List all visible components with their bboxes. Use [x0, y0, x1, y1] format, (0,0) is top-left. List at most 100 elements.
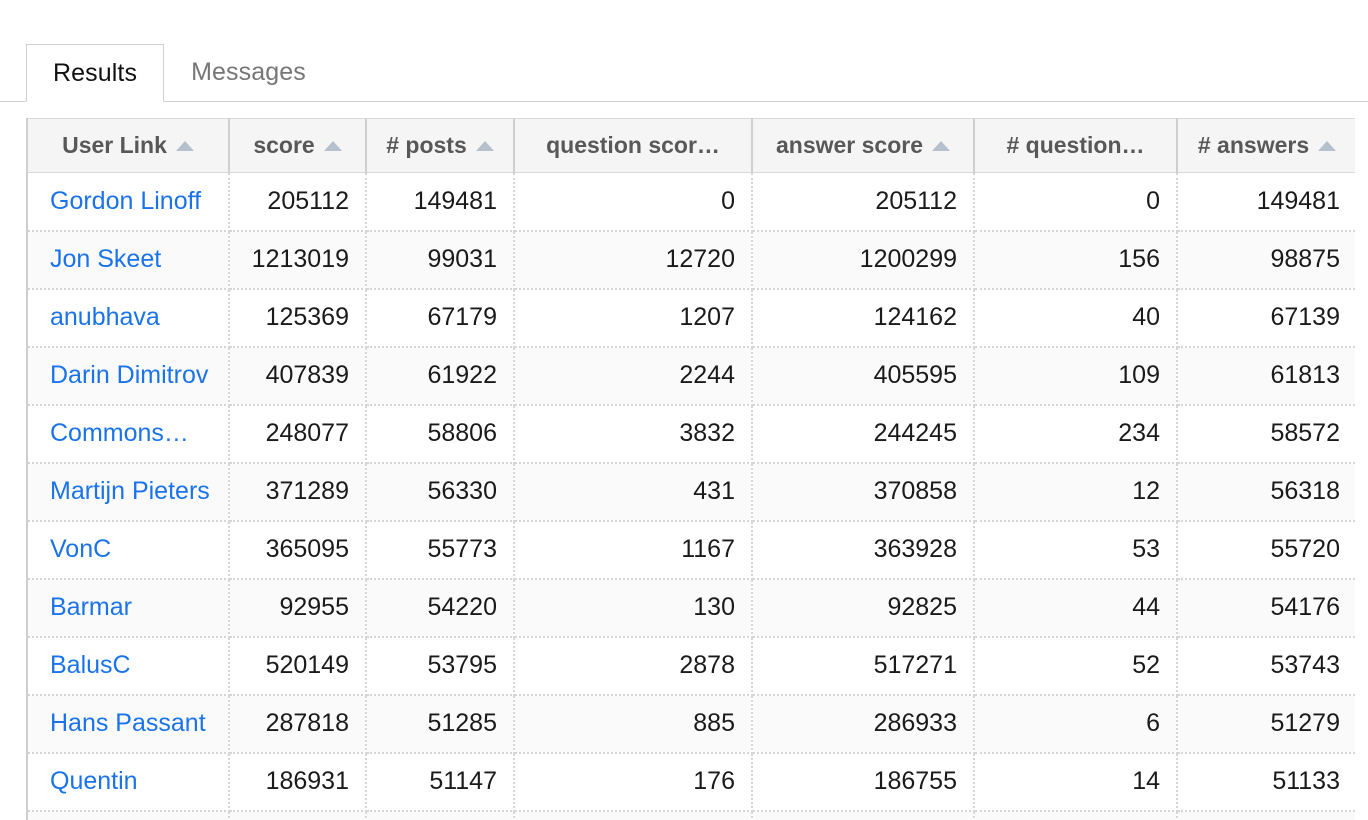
sort-ascending-icon[interactable] — [1318, 141, 1337, 152]
column-header-label: score — [253, 132, 315, 158]
user-link[interactable]: Jon Skeet — [28, 245, 227, 274]
cell-value: 1167 — [681, 535, 735, 563]
cell-value: 149481 — [1256, 186, 1340, 215]
user-link[interactable]: Gordon Linoff — [28, 187, 227, 216]
table-row[interactable]: Commons… 248077 58806 3832 244245 234 58572 — [28, 404, 1355, 464]
cell-user-link[interactable] — [28, 810, 230, 820]
cell-num_posts: 61922 — [366, 346, 515, 406]
table-row[interactable]: Hans Passant 287818 51285 885 286933 6 51279 — [28, 694, 1355, 754]
cell-value: 55773 — [427, 535, 497, 563]
cell-user-link[interactable]: VonC — [28, 520, 230, 580]
cell-user-link[interactable]: Quentin — [28, 752, 230, 812]
cell-question_score: 130 — [514, 578, 753, 638]
cell-user-link[interactable]: Hans Passant — [28, 694, 230, 754]
user-link[interactable]: Darin Dimitrov — [28, 361, 227, 390]
user-link[interactable]: Martijn Pieters — [28, 477, 227, 506]
table-row[interactable]: VonC 365095 55773 1167 363928 53 55720 — [28, 520, 1355, 580]
cell-num_answers: 53743 — [1177, 636, 1355, 696]
table-row[interactable] — [28, 810, 1355, 820]
cell-num_answers: 51133 — [1177, 752, 1355, 812]
cell-answer_score: 405595 — [752, 346, 975, 406]
table-row[interactable]: Quentin 186931 51147 176 186755 14 51133 — [28, 752, 1355, 812]
cell-value: 6 — [1146, 709, 1160, 737]
column-header-user_link[interactable]: User Link — [28, 118, 230, 173]
cell-value: 130 — [693, 593, 735, 621]
table-row[interactable]: Jon Skeet 1213019 99031 12720 1200299 156 9887… — [28, 230, 1355, 290]
header-row: User Link score # posts question scor… answe… — [28, 118, 1355, 173]
cell-value: 371289 — [265, 477, 349, 505]
cell-value: 149481 — [413, 186, 497, 215]
cell-value: 92825 — [887, 593, 957, 621]
tab-messages-label: Messages — [191, 58, 306, 86]
tab-results[interactable]: Results — [26, 44, 165, 102]
cell-answer_score: 92825 — [752, 578, 975, 638]
column-header-content: # question… — [975, 132, 1175, 158]
cell-user-link[interactable]: Gordon Linoff — [28, 172, 230, 232]
table-row[interactable]: BalusC 520149 53795 2878 517271 52 53743 — [28, 636, 1355, 696]
column-header-num_questions[interactable]: # question… — [974, 118, 1178, 173]
table-row[interactable]: Martijn Pieters 371289 56330 431 370858 12 563… — [28, 462, 1355, 522]
cell-question_score: 3832 — [514, 404, 753, 464]
table-row[interactable]: Gordon Linoff 205112 149481 0 205112 0 149481 — [28, 172, 1355, 232]
cell-num_posts: 67179 — [366, 288, 515, 348]
column-header-question_score[interactable]: question scor… — [514, 118, 753, 173]
cell-score: 407839 — [229, 346, 367, 406]
cell-user-link[interactable]: Martijn Pieters — [28, 462, 230, 522]
cell-value: 0 — [1146, 186, 1160, 215]
cell-question_score: 1207 — [514, 288, 753, 348]
cell-num_questions: 44 — [974, 578, 1178, 638]
table-header: User Link score # posts question scor… answe… — [28, 118, 1355, 173]
column-header-label: # question… — [1006, 132, 1145, 158]
cell-value: 51285 — [427, 709, 497, 737]
column-header-score[interactable]: score — [229, 118, 367, 173]
cell-user-link[interactable]: Barmar — [28, 578, 230, 638]
user-link[interactable]: Hans Passant — [28, 709, 227, 738]
cell-num_questions: 12 — [974, 462, 1178, 522]
sort-ascending-icon[interactable] — [932, 141, 951, 152]
cell-user-link[interactable]: Darin Dimitrov — [28, 346, 230, 406]
cell-value: 55720 — [1270, 535, 1340, 563]
table-row[interactable]: Darin Dimitrov 407839 61922 2244 405595 109 61… — [28, 346, 1355, 406]
cell-answer_score: 363928 — [752, 520, 975, 580]
cell-value: 205112 — [875, 186, 957, 215]
table-row[interactable]: anubhava 125369 67179 1207 124162 40 67139 — [28, 288, 1355, 348]
sort-ascending-icon[interactable] — [475, 141, 494, 152]
cell-score: 186931 — [229, 752, 367, 812]
column-header-num_posts[interactable]: # posts — [366, 118, 515, 173]
cell-user-link[interactable]: anubhava — [28, 288, 230, 348]
cell-num_posts: 58806 — [366, 404, 515, 464]
cell-user-link[interactable]: Jon Skeet — [28, 230, 230, 290]
column-header-content: question scor… — [515, 133, 750, 158]
tab-messages[interactable]: Messages — [164, 43, 333, 101]
cell-num_questions — [974, 810, 1178, 820]
user-link[interactable]: BalusC — [28, 651, 227, 680]
cell-user-link[interactable]: BalusC — [28, 636, 230, 696]
cell-score — [229, 810, 367, 820]
cell-value: 0 — [721, 186, 735, 215]
cell-num_answers — [1177, 810, 1355, 820]
user-link[interactable]: Commons… — [28, 419, 227, 448]
cell-answer_score: 186755 — [752, 752, 975, 812]
cell-user-link[interactable]: Commons… — [28, 404, 230, 464]
user-link[interactable]: anubhava — [28, 303, 227, 332]
column-header-answer_score[interactable]: answer score — [752, 118, 975, 173]
user-link[interactable]: VonC — [28, 535, 227, 564]
cell-value: 67139 — [1270, 303, 1340, 331]
cell-num_posts: 51285 — [366, 694, 515, 754]
user-link[interactable]: Quentin — [28, 767, 227, 796]
table-row[interactable]: Barmar 92955 54220 130 92825 44 54176 — [28, 578, 1355, 638]
cell-score: 365095 — [229, 520, 367, 580]
sort-ascending-icon[interactable] — [175, 141, 194, 152]
user-link[interactable]: Barmar — [28, 593, 227, 622]
cell-num_posts — [366, 810, 515, 820]
cell-value: 53743 — [1270, 651, 1340, 679]
sort-ascending-icon[interactable] — [323, 141, 342, 152]
cell-answer_score: 286933 — [752, 694, 975, 754]
cell-value: 98875 — [1270, 245, 1340, 273]
cell-value: 186931 — [265, 767, 349, 795]
cell-num_answers: 67139 — [1177, 288, 1355, 348]
table-body: Gordon Linoff 205112 149481 0 205112 0 149481 J… — [28, 172, 1355, 820]
cell-value: 520149 — [265, 651, 349, 679]
column-header-num_answers[interactable]: # answers — [1177, 118, 1355, 173]
results-grid[interactable]: User Link score # posts question scor… answe… — [26, 118, 1355, 820]
